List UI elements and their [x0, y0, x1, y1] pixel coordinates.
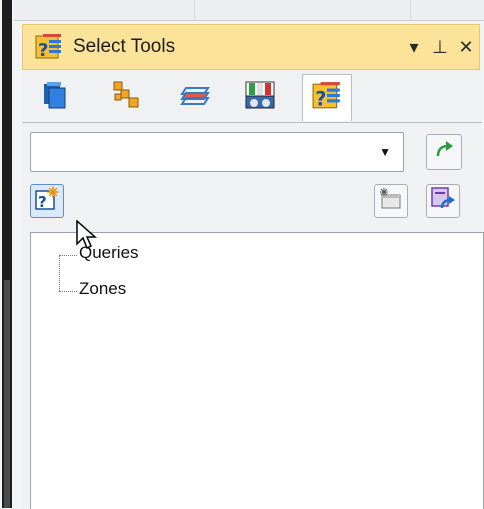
apply-query-icon	[430, 186, 456, 217]
svg-text:?: ?	[38, 193, 47, 211]
left-edge-scroll	[4, 280, 10, 508]
top-header-strip	[14, 0, 484, 21]
new-zone-icon	[378, 186, 404, 217]
tab-select-tools[interactable]: ?	[302, 74, 352, 121]
tree-connector	[59, 291, 77, 292]
mouse-pointer-icon	[76, 219, 98, 257]
panel-menu-button[interactable]: ▾	[401, 37, 427, 58]
select-tools-icon: ?	[312, 81, 342, 116]
copy-pages-icon	[41, 80, 71, 115]
tab-layers[interactable]	[172, 76, 220, 118]
select-tools-icon: ?	[35, 33, 63, 61]
header-divider	[194, 0, 195, 20]
tree-connector	[59, 255, 60, 291]
refresh-arrow-icon	[433, 139, 455, 166]
layers-icon	[180, 80, 212, 115]
header-divider	[410, 0, 411, 20]
assembly-tree-icon	[111, 80, 141, 115]
panel-titlebar[interactable]: ? Select Tools ▾ ⊥ ✕	[22, 24, 480, 70]
tree-connector	[59, 255, 77, 256]
query-tree[interactable]: Queries Zones	[30, 232, 484, 509]
tab-underline	[22, 122, 482, 123]
tree-node-zones[interactable]: Zones	[79, 279, 126, 299]
go-button[interactable]	[426, 134, 462, 170]
new-query-button[interactable]: ?	[30, 184, 64, 218]
tab-dashboard[interactable]	[236, 76, 284, 118]
panel-title: Select Tools	[73, 36, 176, 57]
select-tools-panel: ? Select Tools ▾ ⊥ ✕ ? ▼ ? Queries Zones	[22, 24, 484, 509]
tab-copy-pages[interactable]	[32, 76, 80, 118]
new-query-icon: ?	[34, 185, 60, 217]
dashboard-icon	[244, 80, 276, 115]
close-button[interactable]: ✕	[453, 37, 479, 58]
chevron-down-icon[interactable]: ▼	[379, 145, 391, 159]
query-combobox[interactable]: ▼	[30, 132, 404, 172]
svg-text:?: ?	[38, 40, 48, 61]
panel-tabs: ?	[22, 72, 482, 122]
apply-query-button[interactable]	[426, 184, 460, 218]
svg-text:?: ?	[315, 87, 326, 110]
pin-button[interactable]: ⊥	[427, 37, 453, 58]
tab-assembly-tree[interactable]	[102, 76, 150, 118]
new-zone-button[interactable]	[374, 184, 408, 218]
window-left-edge	[0, 0, 14, 508]
